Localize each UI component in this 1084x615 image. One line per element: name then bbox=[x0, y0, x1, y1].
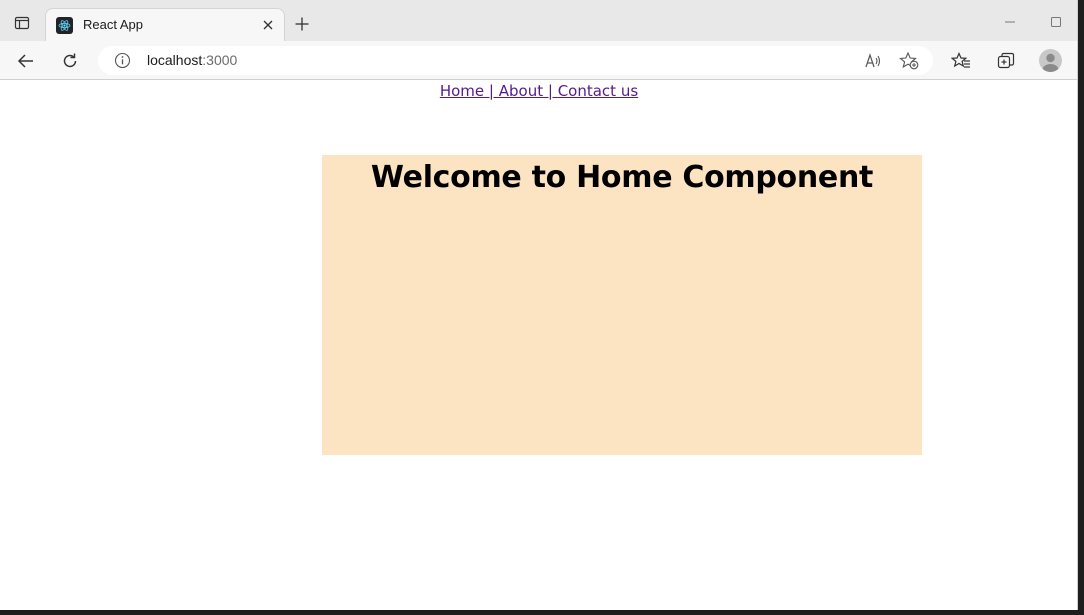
profile-icon bbox=[1042, 53, 1059, 72]
maximize-icon bbox=[1051, 17, 1061, 27]
refresh-icon bbox=[63, 53, 77, 68]
react-logo-icon bbox=[56, 17, 73, 34]
refresh-button[interactable] bbox=[56, 47, 84, 75]
nav-link-contact-label: Contact us bbox=[557, 82, 639, 100]
nav-separator: | bbox=[543, 82, 558, 100]
read-aloud-button[interactable] bbox=[862, 50, 884, 72]
url-text[interactable]: localhost:3000 bbox=[147, 52, 237, 68]
url-port: :3000 bbox=[202, 52, 238, 68]
address-bar[interactable]: localhost:3000 bbox=[98, 46, 933, 75]
browser-toolbar: localhost:3000 bbox=[0, 41, 1077, 80]
read-aloud-icon bbox=[865, 53, 881, 68]
star-add-icon bbox=[899, 52, 919, 70]
tab-title: React App bbox=[83, 17, 143, 32]
plus-icon bbox=[295, 17, 309, 31]
minimize-icon bbox=[1005, 21, 1015, 23]
collections-button[interactable] bbox=[992, 47, 1020, 75]
new-tab-button[interactable] bbox=[290, 12, 314, 36]
collections-icon bbox=[997, 52, 1015, 69]
maximize-button[interactable] bbox=[1046, 12, 1066, 32]
browser-window: React App localhost:3000 Home | About | … bbox=[0, 0, 1078, 610]
tab-react-app[interactable]: React App bbox=[45, 8, 285, 41]
url-host: localhost bbox=[147, 52, 203, 68]
close-icon bbox=[263, 20, 273, 30]
back-arrow-icon bbox=[17, 54, 33, 68]
site-info-icon[interactable] bbox=[114, 52, 131, 69]
page-viewport: Home | About | Contact us Welcome to Hom… bbox=[0, 81, 1077, 610]
tab-actions-button[interactable] bbox=[8, 9, 36, 37]
nav-link-contact[interactable]: | Contact us bbox=[543, 82, 638, 100]
favorites-button[interactable] bbox=[947, 47, 975, 75]
tab-strip: React App bbox=[0, 0, 1077, 41]
nav-link-about-label: About bbox=[498, 82, 544, 100]
home-component: Welcome to Home Component bbox=[322, 155, 922, 455]
profile-avatar[interactable] bbox=[1039, 49, 1062, 72]
nav-link-home[interactable]: Home bbox=[440, 82, 484, 100]
add-favorite-button[interactable] bbox=[898, 50, 920, 72]
back-button[interactable] bbox=[12, 47, 40, 75]
nav-separator: | bbox=[484, 82, 499, 100]
nav-link-about[interactable]: | About bbox=[484, 82, 543, 100]
tab-close-button[interactable] bbox=[260, 17, 276, 33]
favorites-icon bbox=[951, 52, 970, 68]
minimize-button[interactable] bbox=[1000, 12, 1020, 32]
tab-actions-icon bbox=[14, 16, 30, 30]
page-title: Welcome to Home Component bbox=[370, 160, 874, 195]
nav-links: Home | About | Contact us bbox=[0, 82, 1077, 100]
